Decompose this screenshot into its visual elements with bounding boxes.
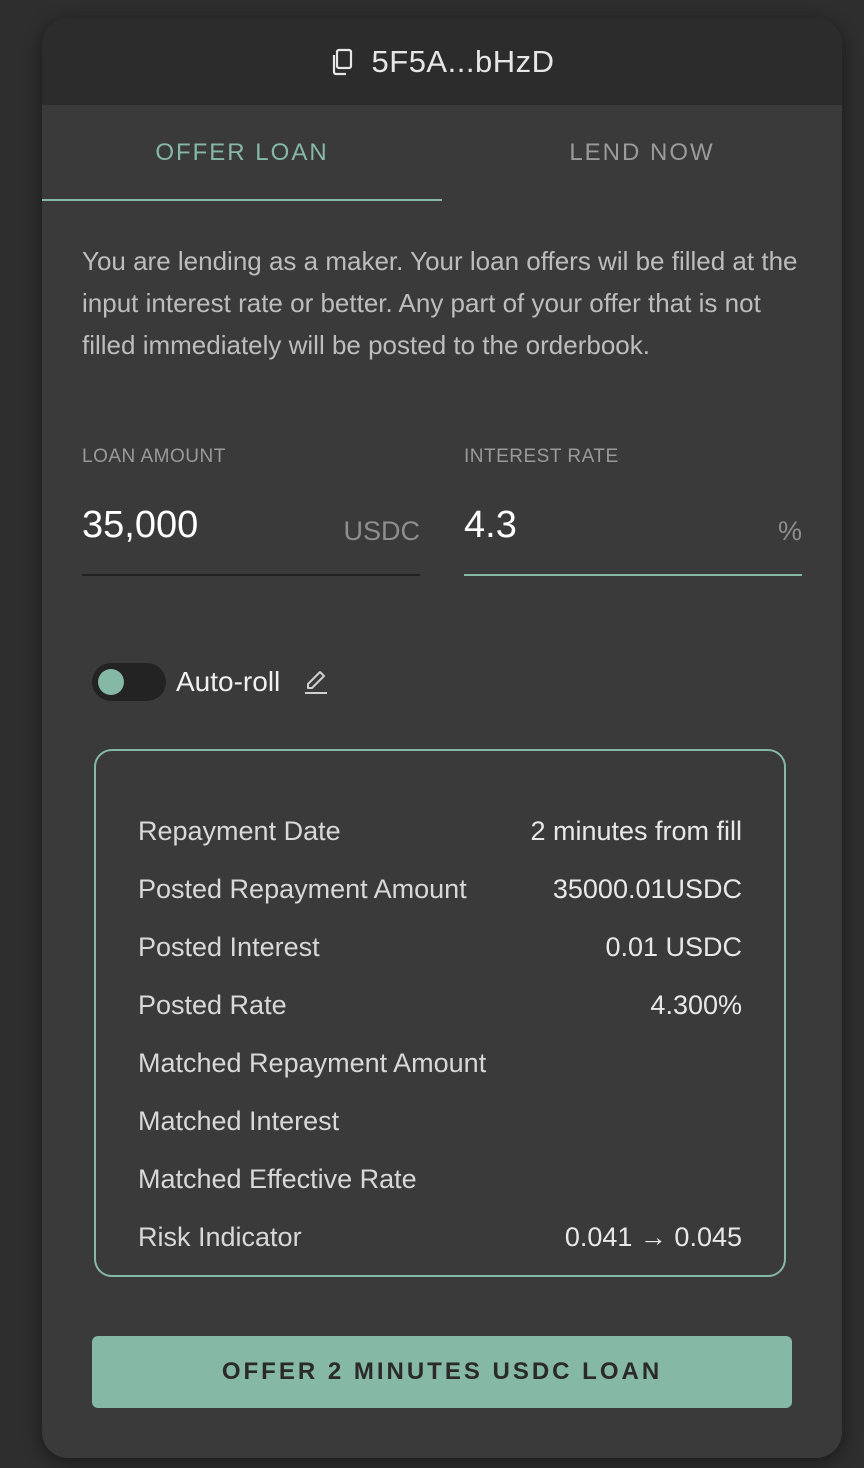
wallet-address[interactable]: 5F5A...bHzD	[372, 44, 555, 80]
summary-value: 0.01 USDC	[605, 931, 742, 962]
tab-lend-now[interactable]: LEND NOW	[442, 105, 842, 201]
offer-loan-button[interactable]: OFFER 2 MINUTES USDC LOAN	[92, 1336, 792, 1408]
active-tab-indicator	[42, 199, 442, 201]
summary-label: Risk Indicator	[138, 1221, 302, 1252]
pencil-icon[interactable]	[302, 668, 330, 696]
summary-label: Posted Interest	[138, 931, 320, 962]
summary-label: Matched Repayment Amount	[138, 1047, 487, 1078]
summary-row-posted-repayment: Posted Repayment Amount 35000.01USDC	[138, 869, 742, 909]
interest-rate-input[interactable]	[464, 504, 704, 547]
summary-label: Repayment Date	[138, 815, 341, 846]
autoroll-control: Auto-roll	[92, 663, 330, 701]
summary-label: Posted Rate	[138, 989, 287, 1020]
tab-offer-loan[interactable]: OFFER LOAN	[42, 105, 442, 201]
lend-panel: 5F5A...bHzD OFFER LOAN LEND NOW You are …	[42, 18, 842, 1458]
toggle-knob	[98, 669, 124, 695]
interest-rate-unit: %	[777, 516, 802, 546]
summary-row-risk-indicator: Risk Indicator 0.041 → 0.045	[138, 1217, 742, 1257]
maker-description: You are lending as a maker. Your loan of…	[82, 246, 798, 360]
tab-bar: OFFER LOAN LEND NOW	[42, 105, 842, 202]
summary-row-matched-repayment: Matched Repayment Amount	[138, 1043, 742, 1083]
loan-amount-unit: USDC	[343, 516, 420, 546]
summary-label: Matched Interest	[138, 1105, 340, 1136]
loan-summary-box: Repayment Date 2 minutes from fill Poste…	[94, 749, 786, 1277]
summary-label: Posted Repayment Amount	[138, 873, 467, 904]
summary-value: 2 minutes from fill	[530, 815, 742, 846]
loan-amount-label: LOAN AMOUNT	[82, 446, 226, 467]
summary-row-repayment-date: Repayment Date 2 minutes from fill	[138, 811, 742, 851]
summary-value: 4.300%	[650, 989, 742, 1020]
summary-row-matched-effective-rate: Matched Effective Rate	[138, 1159, 742, 1199]
interest-rate-field: %	[464, 500, 802, 576]
summary-value: 0.041 → 0.045	[564, 1221, 742, 1252]
autoroll-toggle[interactable]	[92, 663, 166, 701]
wallet-header: 5F5A...bHzD	[42, 18, 842, 105]
summary-label: Matched Effective Rate	[138, 1163, 417, 1194]
summary-row-posted-rate: Posted Rate 4.300%	[138, 985, 742, 1025]
interest-rate-label: INTEREST RATE	[464, 446, 619, 467]
loan-amount-field: USDC	[82, 500, 420, 576]
loan-amount-input[interactable]	[82, 504, 322, 547]
summary-row-posted-interest: Posted Interest 0.01 USDC	[138, 927, 742, 967]
summary-value: 35000.01USDC	[552, 873, 742, 904]
autoroll-label: Auto-roll	[176, 666, 281, 697]
copy-icon[interactable]	[330, 48, 354, 76]
summary-row-matched-interest: Matched Interest	[138, 1101, 742, 1141]
